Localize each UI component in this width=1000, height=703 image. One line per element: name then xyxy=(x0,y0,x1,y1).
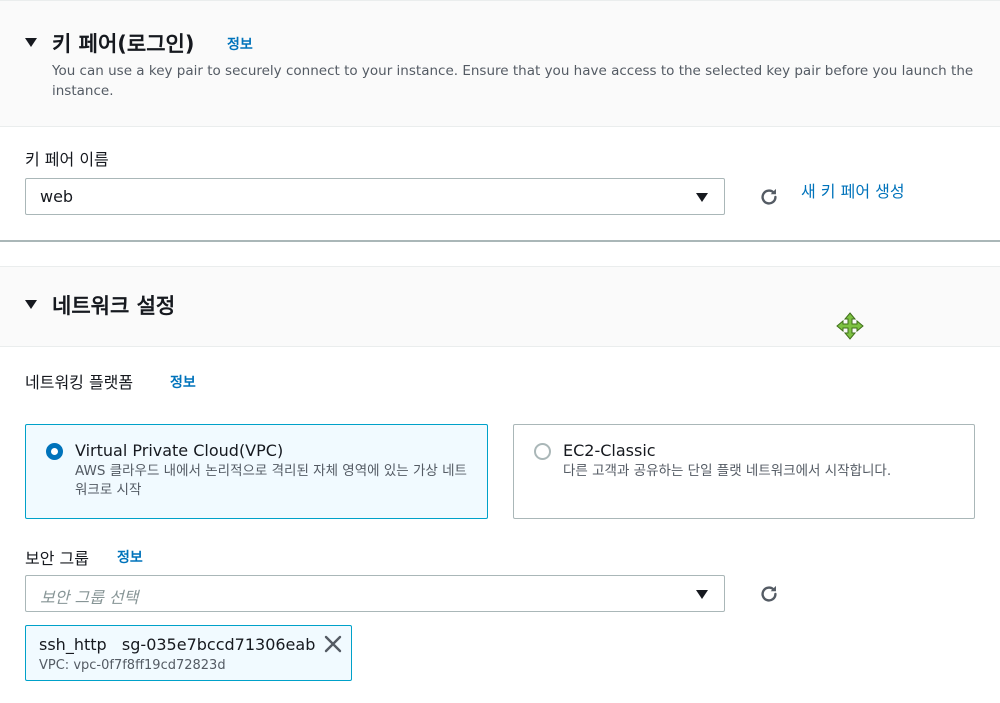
option-vpc-desc: AWS 클라우드 내에서 논리적으로 격리된 자체 영역에 있는 가상 네트워크… xyxy=(75,463,467,498)
network-header: 네트워크 설정 xyxy=(0,266,1000,347)
keypair-panel: 키 페어(로그인) 정보 You can use a key pair to s… xyxy=(0,0,1000,241)
token-id: sg-035e7bccd71306eab xyxy=(121,635,316,654)
token-name: ssh_http xyxy=(39,635,107,654)
keypair-header: 키 페어(로그인) 정보 You can use a key pair to s… xyxy=(0,0,1000,127)
option-ec2classic-title: EC2-Classic xyxy=(563,441,656,460)
option-ec2classic-desc: 다른 고객과 공유하는 단일 플랫 네트워크에서 시작합니다. xyxy=(563,463,892,479)
security-group-info-link[interactable]: 정보 xyxy=(117,547,143,567)
keypair-description: You can use a key pair to securely conne… xyxy=(52,63,974,99)
security-group-placeholder: 보안 그룹 선택 xyxy=(40,588,139,607)
keypair-select[interactable]: web xyxy=(25,178,725,215)
create-keypair-link[interactable]: 새 키 페어 생성 xyxy=(801,178,905,202)
refresh-icon[interactable] xyxy=(758,186,780,208)
caret-down-icon[interactable] xyxy=(25,300,37,309)
network-panel: 네트워크 설정 네트워킹 플랫폼 정보 Virtual Private Clou… xyxy=(0,266,1000,703)
panel-divider xyxy=(0,240,1000,242)
radio-icon[interactable] xyxy=(46,443,63,460)
token-vpc: VPC: vpc-0f7f8ff19cd72823d xyxy=(39,658,226,673)
keypair-info-link[interactable]: 정보 xyxy=(227,34,253,54)
token-label: ssh_http sg-035e7bccd71306eab xyxy=(39,635,315,654)
option-vpc-tile[interactable]: Virtual Private Cloud(VPC) AWS 클라우드 내에서 … xyxy=(25,424,488,519)
refresh-icon[interactable] xyxy=(758,583,780,605)
keypair-name-label: 키 페어 이름 xyxy=(25,150,109,169)
close-icon[interactable] xyxy=(323,634,343,654)
platform-info-link[interactable]: 정보 xyxy=(170,372,196,392)
option-ec2classic-tile[interactable]: EC2-Classic 다른 고객과 공유하는 단일 플랫 네트워크에서 시작합… xyxy=(513,424,975,519)
security-group-token: ssh_http sg-035e7bccd71306eab VPC: vpc-0… xyxy=(25,625,352,681)
keypair-select-value: web xyxy=(40,187,74,206)
platform-label: 네트워킹 플랫폼 xyxy=(25,373,134,392)
move-cursor-icon xyxy=(836,312,864,340)
caret-down-icon[interactable] xyxy=(25,38,37,47)
dropdown-icon xyxy=(696,193,708,202)
option-vpc-title: Virtual Private Cloud(VPC) xyxy=(75,441,284,460)
security-group-select[interactable]: 보안 그룹 선택 xyxy=(25,575,725,612)
network-title: 네트워크 설정 xyxy=(52,294,176,318)
dropdown-icon xyxy=(696,590,708,599)
security-group-label: 보안 그룹 xyxy=(25,549,89,568)
radio-icon[interactable] xyxy=(534,443,551,460)
keypair-title: 키 페어(로그인) xyxy=(52,32,195,56)
